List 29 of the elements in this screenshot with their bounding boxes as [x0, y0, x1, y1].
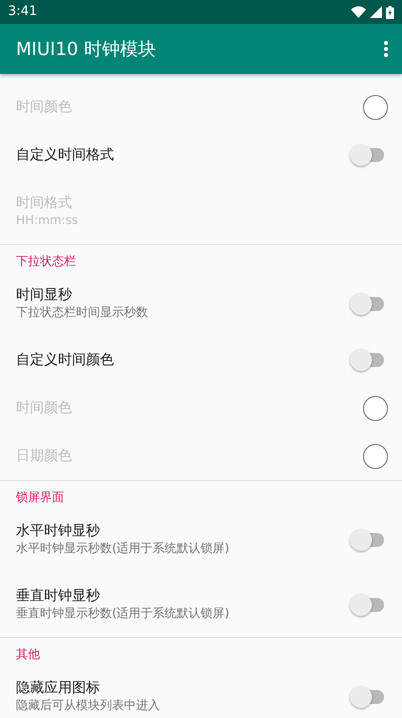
preference-title: 水平时钟显秒 — [16, 522, 101, 540]
app-title: MIUI10 时钟模块 — [16, 38, 156, 62]
preference-row[interactable]: 自定义时间颜色 — [0, 336, 402, 384]
preference-summary: 垂直时钟显示秒数(适用于系统默认锁屏) — [16, 605, 230, 622]
preference-summary: 水平时钟显示秒数(适用于系统默认锁屏) — [16, 540, 230, 557]
preference-row[interactable]: 垂直时钟显秒 垂直时钟显示秒数(适用于系统默认锁屏) — [0, 572, 402, 637]
wifi-icon — [351, 6, 366, 18]
preference-title: 垂直时钟显秒 — [16, 587, 101, 605]
preference-title: 时间格式 — [16, 194, 73, 212]
battery-icon — [386, 6, 394, 18]
signal-icon — [370, 6, 382, 18]
preference-title: 隐藏应用图标 — [16, 679, 101, 697]
preference-title: 自定义时间颜色 — [16, 351, 114, 369]
preference-row[interactable]: 水平时钟显秒 水平时钟显示秒数(适用于系统默认锁屏) — [0, 507, 402, 572]
preference-title: 日期颜色 — [16, 447, 72, 465]
preference-summary: 隐藏后可从模块列表中进入 — [16, 697, 160, 714]
preference-title: 自定义时间格式 — [16, 146, 114, 164]
preference-row[interactable]: 自定义时间格式 — [0, 131, 402, 179]
preference-summary: HH:mm:ss — [16, 212, 78, 229]
preference-title: 时间颜色 — [16, 399, 72, 417]
category-header: 其他 — [15, 646, 41, 663]
status-time: 3:41 — [8, 3, 38, 22]
preference-summary: 下拉状态栏时间显示秒数 — [16, 304, 148, 321]
category-header: 锁屏界面 — [15, 489, 65, 506]
preference-title: 时间显秒 — [16, 286, 73, 304]
preference-title: 时间颜色 — [16, 98, 72, 116]
category-header: 下拉状态栏 — [15, 253, 77, 270]
preference-row[interactable]: 隐藏应用图标 隐藏后可从模块列表中进入 — [0, 664, 402, 718]
preference-row[interactable]: 时间显秒 下拉状态栏时间显示秒数 — [0, 271, 402, 336]
